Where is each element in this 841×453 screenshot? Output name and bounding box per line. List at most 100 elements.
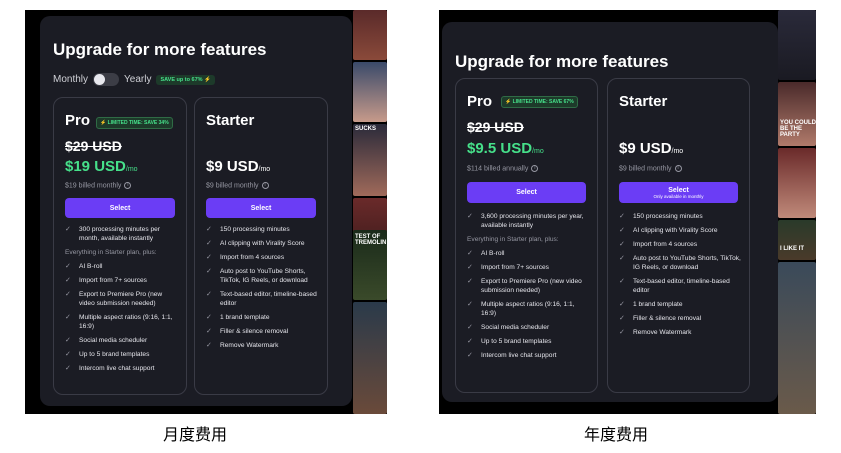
video-thumbnail (353, 62, 387, 122)
check-icon: ✓ (65, 263, 71, 270)
price-value: $9 USD (206, 158, 259, 175)
yearly-pricing-screenshot: YOU COULD BE THE PARTY I LIKE IT Upgrade… (439, 10, 816, 414)
feature-text: Multiple aspect ratios (9:16, 1:1, 16:9) (79, 314, 173, 330)
save-badge: SAVE up to 67% ⚡ (156, 74, 215, 85)
background-video-strip: YOU COULD BE THE PARTY I LIKE IT (778, 10, 816, 414)
feature-item: ✓ Multiple aspect ratios (9:16, 1:1, 16:9… (467, 300, 589, 318)
billing-switch[interactable] (93, 73, 120, 86)
check-icon: ✓ (65, 337, 71, 344)
check-icon: ✓ (206, 328, 212, 335)
check-icon: ✓ (65, 314, 71, 321)
feature-text: Everything in Starter plan, plus: (65, 249, 157, 256)
modal-title: Upgrade for more features (455, 52, 669, 71)
check-icon: ✓ (467, 213, 473, 220)
feature-item: ✓ 300 processing minutes per month, avail… (65, 225, 178, 243)
info-icon[interactable]: i (261, 182, 269, 189)
feature-text: Everything in Starter plan, plus: (467, 236, 559, 243)
limited-time-badge: ⚡ LIMITED TIME: SAVE 67% (501, 96, 578, 108)
feature-text: AI B-roll (79, 263, 103, 270)
feature-item: ✓ AI clipping with Virality Score (206, 239, 319, 248)
check-icon: ✓ (206, 291, 212, 298)
feature-text: Import from 7+ sources (79, 277, 147, 284)
original-price: $29 USD (467, 119, 524, 135)
price-value: $9 USD (619, 140, 672, 157)
feature-text: Remove Watermark (220, 342, 279, 349)
info-icon[interactable]: i (531, 165, 539, 172)
feature-text: AI clipping with Virality Score (220, 240, 305, 247)
price-value: $9.5 USD (467, 140, 533, 157)
feature-item: ✓ Auto post to YouTube Shorts, TikTok, IG… (206, 267, 319, 285)
feature-section-note: Everything in Starter plan, plus: (65, 248, 178, 257)
select-starter-button[interactable]: Select (206, 198, 316, 218)
video-thumbnail (778, 262, 816, 414)
original-price: $29 USD (65, 138, 122, 154)
billing-toggle[interactable]: Monthly Yearly SAVE up to 67% ⚡ (53, 73, 215, 86)
price-value: $19 USD (65, 158, 126, 175)
feature-item: ✓ AI B-roll (65, 262, 178, 271)
video-overlay-text: YOU COULD BE THE PARTY (780, 120, 816, 138)
feature-text: 150 processing minutes (633, 213, 703, 220)
button-sublabel: Only available in monthly (653, 193, 704, 199)
check-icon: ✓ (467, 324, 473, 331)
check-icon: ✓ (206, 342, 212, 349)
check-icon: ✓ (206, 268, 212, 275)
check-icon: ✓ (206, 254, 212, 261)
feature-item: ✓ Auto post to YouTube Shorts, TikTok, IG… (619, 254, 741, 272)
billing-text: $114 billed annually (467, 165, 529, 173)
plan-name: Pro (65, 112, 91, 129)
feature-item: ✓ Import from 4 sources (206, 253, 319, 262)
check-icon: ✓ (619, 255, 625, 262)
plan-name: Pro (467, 93, 493, 110)
billing-note: $9 billed monthly i (619, 165, 682, 172)
feature-section-note: Everything in Starter plan, plus: (467, 235, 589, 244)
feature-text: Text-based editor, timeline-based editor (633, 278, 730, 294)
background-video-strip: SUCKS TEST OF TREMOLIN (353, 10, 387, 414)
info-icon[interactable]: i (124, 182, 132, 189)
monthly-caption: 月度费用 (163, 427, 228, 444)
check-icon: ✓ (467, 301, 473, 308)
feature-text: Text-based editor, timeline-based editor (220, 291, 317, 307)
price-unit: /mo (671, 148, 684, 155)
price-unit: /mo (532, 148, 544, 155)
video-thumbnail: YOU COULD BE THE PARTY (778, 82, 816, 146)
feature-item: ✓ Remove Watermark (619, 328, 741, 337)
select-starter-button[interactable]: Select Only available in monthly (619, 182, 738, 203)
feature-item: ✓ AI B-roll (467, 249, 589, 258)
yearly-label[interactable]: Yearly (124, 74, 151, 85)
check-icon: ✓ (65, 291, 71, 298)
plan-name: Starter (206, 112, 255, 129)
discounted-price: $19 USD/mo (65, 158, 138, 175)
monthly-label[interactable]: Monthly (53, 74, 88, 85)
select-pro-button[interactable]: Select (65, 198, 175, 218)
billing-text: $9 billed monthly (619, 165, 672, 173)
price-unit: /mo (258, 166, 271, 173)
check-icon: ✓ (65, 365, 71, 372)
check-icon: ✓ (467, 250, 473, 257)
video-thumbnail (778, 10, 816, 80)
feature-item: ✓ Up to 5 brand templates (65, 350, 178, 359)
plan-name: Starter (619, 93, 668, 110)
check-icon: ✓ (65, 226, 71, 233)
select-pro-button[interactable]: Select (467, 182, 586, 203)
check-icon: ✓ (619, 241, 625, 248)
feature-text: 1 brand template (633, 301, 683, 308)
feature-item: ✓ Multiple aspect ratios (9:16, 1:1, 16:9… (65, 313, 178, 331)
feature-text: Social media scheduler (481, 324, 550, 331)
feature-list: ✓ 3,600 processing minutes per year, avai… (467, 212, 589, 365)
feature-text: 1 brand template (220, 314, 270, 321)
discounted-price: $9.5 USD/mo (467, 140, 544, 157)
feature-text: Auto post to YouTube Shorts, TikTok, IG … (220, 268, 308, 284)
feature-text: Remove Watermark (633, 329, 692, 336)
feature-text: Import from 7+ sources (481, 264, 549, 271)
feature-list: ✓ 150 processing minutes ✓ AI clipping with… (206, 225, 319, 355)
feature-list: ✓ 150 processing minutes ✓ AI clipping with… (619, 212, 741, 342)
feature-text: 3,600 processing minutes per year, avail… (481, 213, 584, 229)
feature-text: Filler & silence removal (220, 328, 289, 335)
feature-item: ✓ Import from 4 sources (619, 240, 741, 249)
feature-text: Export to Premiere Pro (new video submis… (79, 291, 163, 307)
feature-item: ✓ 1 brand template (206, 313, 319, 322)
info-icon[interactable]: i (674, 165, 682, 172)
video-thumbnail (778, 148, 816, 218)
check-icon: ✓ (206, 226, 212, 233)
feature-item: ✓ 150 processing minutes (206, 225, 319, 234)
